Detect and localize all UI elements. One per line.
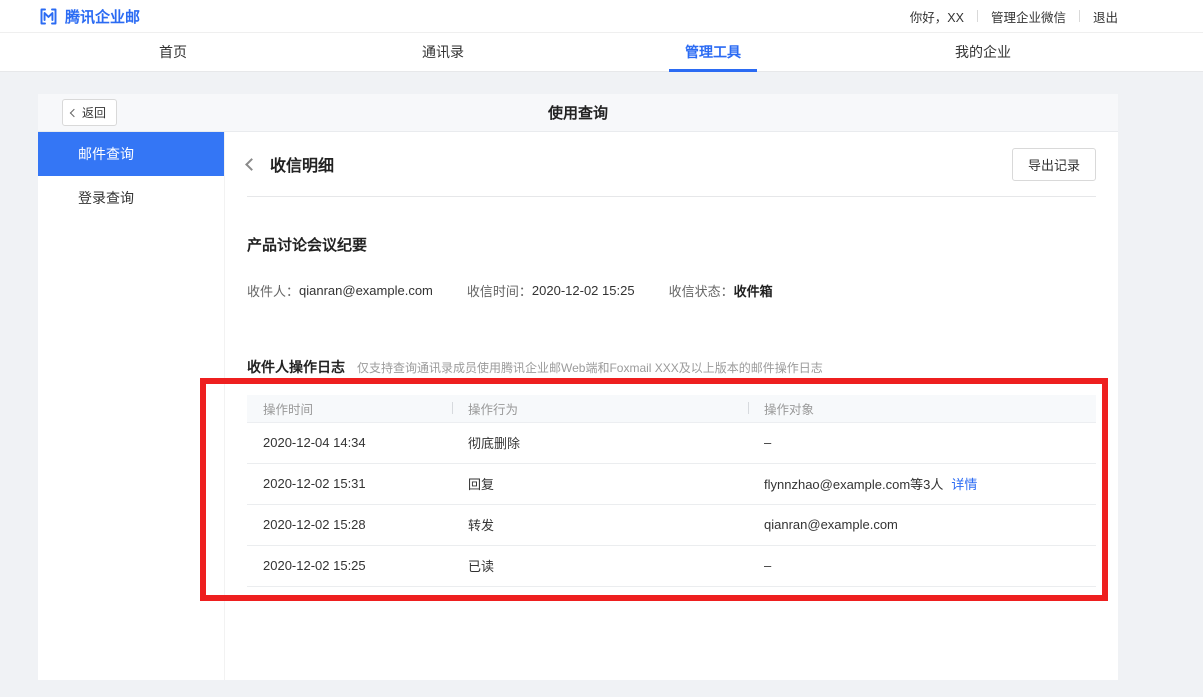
brand-name: 腾讯企业邮 (65, 6, 140, 27)
meta-value: 2020-12-02 15:25 (532, 283, 635, 298)
mail-subject: 产品讨论会议纪要 (247, 234, 1096, 255)
log-table-body: 2020-12-04 14:34彻底删除–2020-12-02 15:31回复f… (247, 422, 1096, 586)
topbar-right: 你好，XX 管理企业微信 退出 (910, 7, 1118, 26)
user-greeting: 你好，XX (910, 7, 964, 26)
target-text: – (764, 435, 771, 450)
table-row: 2020-12-02 15:28转发 qianran@example.com (247, 504, 1096, 545)
divider (977, 10, 978, 22)
target-text: qianran@example.com (764, 517, 898, 532)
meta-value: 收件箱 (734, 281, 773, 300)
mail-meta: 收件人：qianran@example.com 收信时间：2020-12-02 1… (247, 281, 1096, 300)
detail-title: 收信明细 (270, 152, 334, 176)
column-header-2: 操作行为 (452, 395, 748, 422)
cell-operation-action: 回复 (452, 463, 748, 504)
detail-panel: 收信明细 导出记录 产品讨论会议纪要 收件人：qianran@example.c… (225, 132, 1118, 680)
log-section-title: 收件人操作日志 (247, 357, 345, 377)
meta-item-3: 收信状态：收件箱 (669, 281, 773, 300)
content-box: 使用查询 返回 邮件查询登录查询 收信明细 导出记录 产品讨论会议纪要 收件人：… (38, 94, 1118, 680)
column-header-1: 操作时间 (247, 395, 452, 422)
cell-operation-target: – (748, 422, 1096, 463)
meta-label: 收件人： (247, 281, 299, 300)
detail-back-button[interactable] (247, 160, 256, 169)
cell-operation-target: flynnzhao@example.com等3人详情 (748, 463, 1096, 504)
back-button[interactable]: 返回 (62, 99, 117, 126)
cell-operation-action: 转发 (452, 504, 748, 545)
nav-tabs: 首页通讯录管理工具我的企业 (38, 33, 1118, 71)
chevron-left-icon (245, 158, 258, 171)
meta-value: qianran@example.com (299, 283, 433, 298)
cell-operation-time: 2020-12-02 15:31 (247, 463, 452, 504)
panel-header: 收信明细 导出记录 (247, 132, 1096, 197)
cell-operation-time: 2020-12-02 15:28 (247, 504, 452, 545)
cell-operation-target: qianran@example.com (748, 504, 1096, 545)
cell-operation-action: 彻底删除 (452, 422, 748, 463)
meta-label: 收信状态： (669, 281, 734, 300)
brand[interactable]: 腾讯企业邮 (38, 6, 140, 27)
target-text: – (764, 558, 771, 573)
main-nav: 首页通讯录管理工具我的企业 (0, 33, 1203, 72)
operation-log-table: 操作时间操作行为操作对象 2020-12-04 14:34彻底删除–2020-1… (247, 395, 1096, 587)
exmail-logo-icon (38, 6, 59, 27)
export-records-button[interactable]: 导出记录 (1012, 148, 1096, 181)
detail-link[interactable]: 详情 (951, 477, 977, 492)
meta-item-1: 收件人：qianran@example.com (247, 281, 433, 300)
nav-tab-2[interactable]: 通讯录 (308, 33, 578, 71)
content-body: 邮件查询登录查询 收信明细 导出记录 产品讨论会议纪要 收件人：qianran@… (38, 132, 1118, 680)
page-title: 使用查询 (38, 102, 1118, 123)
log-table-head-row: 操作时间操作行为操作对象 (247, 395, 1096, 422)
cell-operation-time: 2020-12-04 14:34 (247, 422, 452, 463)
meta-item-2: 收信时间：2020-12-02 15:25 (467, 281, 635, 300)
topbar: 腾讯企业邮 你好，XX 管理企业微信 退出 (0, 0, 1203, 33)
logout-link[interactable]: 退出 (1093, 7, 1118, 26)
sidebar: 邮件查询登录查询 (38, 132, 225, 680)
sidebar-item-1[interactable]: 邮件查询 (38, 132, 224, 176)
nav-tab-4[interactable]: 我的企业 (848, 33, 1118, 71)
nav-tab-3[interactable]: 管理工具 (578, 33, 848, 71)
table-row: 2020-12-04 14:34彻底删除 – (247, 422, 1096, 463)
log-section-note: 仅支持查询通讯录成员使用腾讯企业邮Web端和Foxmail XXX及以上版本的邮… (357, 359, 823, 376)
log-header: 收件人操作日志 仅支持查询通讯录成员使用腾讯企业邮Web端和Foxmail XX… (247, 357, 1096, 377)
divider (1079, 10, 1080, 22)
sidebar-item-2[interactable]: 登录查询 (38, 176, 224, 220)
chevron-left-icon (70, 108, 78, 116)
target-text: flynnzhao@example.com等3人 (764, 477, 943, 492)
cell-operation-time: 2020-12-02 15:25 (247, 545, 452, 586)
meta-label: 收信时间： (467, 281, 532, 300)
query-header: 使用查询 返回 (38, 94, 1118, 132)
nav-tab-1[interactable]: 首页 (38, 33, 308, 71)
table-row: 2020-12-02 15:31回复flynnzhao@example.com等… (247, 463, 1096, 504)
cell-operation-action: 已读 (452, 545, 748, 586)
table-row: 2020-12-02 15:25已读 – (247, 545, 1096, 586)
column-header-3: 操作对象 (748, 395, 1096, 422)
back-button-label: 返回 (82, 104, 106, 121)
content-area: 使用查询 返回 邮件查询登录查询 收信明细 导出记录 产品讨论会议纪要 收件人：… (0, 72, 1203, 697)
cell-operation-target: – (748, 545, 1096, 586)
manage-wecom-link[interactable]: 管理企业微信 (991, 7, 1066, 26)
